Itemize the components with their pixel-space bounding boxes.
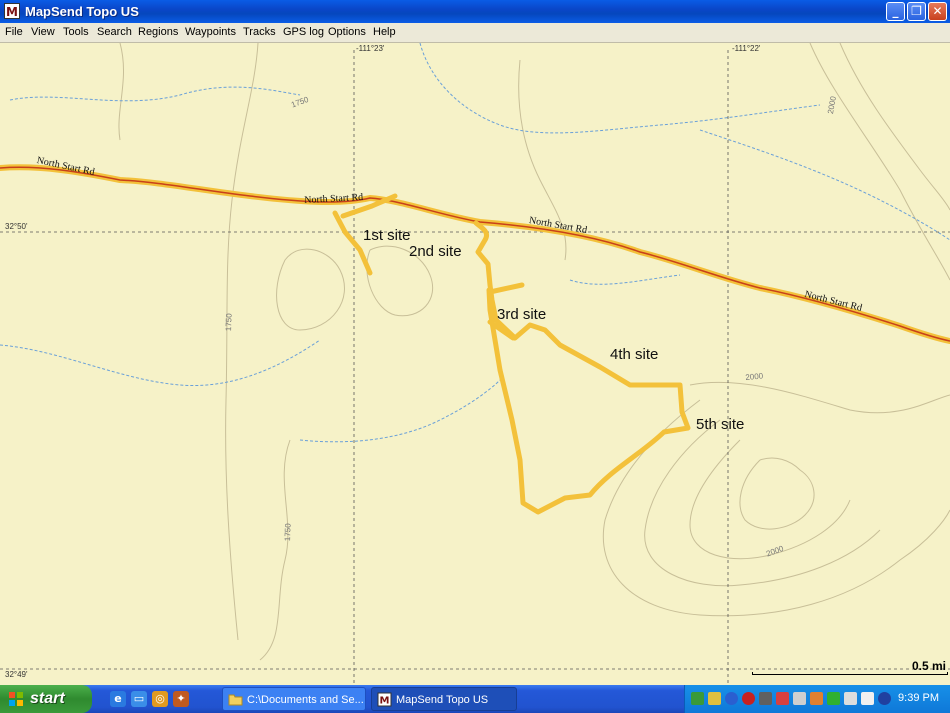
- tray-icon[interactable]: [742, 692, 755, 705]
- contour-line: [259, 439, 291, 661]
- menu-options[interactable]: Options: [328, 26, 366, 38]
- contour-label: 2000: [745, 371, 764, 382]
- map-drawing: [0, 43, 950, 685]
- site-label-1[interactable]: 1st site: [363, 227, 411, 244]
- contour-line: [225, 43, 259, 641]
- desktop-icon[interactable]: ▭: [131, 691, 147, 707]
- contour-line: [839, 43, 950, 211]
- stream-line: [299, 379, 501, 443]
- tray-icon[interactable]: [725, 692, 738, 705]
- stream-line: [0, 339, 321, 387]
- longitude-label: -111°22': [732, 44, 761, 53]
- minimize-button[interactable]: _: [886, 2, 905, 21]
- menu-tools[interactable]: Tools: [63, 26, 89, 38]
- contour-line: [644, 419, 881, 587]
- task-label: MapSend Topo US: [396, 694, 489, 706]
- window-title: MapSend Topo US: [25, 4, 139, 19]
- windows-flag-icon: [9, 692, 23, 706]
- road-north-start-rd: [0, 164, 950, 344]
- taskbar: start e ▭ ◎ ✦ C:\Documents and Se... M M…: [0, 685, 950, 713]
- scale-bar: [752, 672, 948, 675]
- latitude-label: 32°50': [5, 222, 28, 231]
- contour-line: [276, 248, 345, 331]
- tray-icon[interactable]: [878, 692, 891, 705]
- task-label: C:\Documents and Se...: [247, 694, 364, 706]
- tray-icon[interactable]: [793, 692, 806, 705]
- media-icon[interactable]: ◎: [152, 691, 168, 707]
- close-button[interactable]: ✕: [928, 2, 947, 21]
- app-icon[interactable]: M: [4, 3, 20, 19]
- contour-line: [809, 43, 950, 281]
- menu-view[interactable]: View: [31, 26, 55, 38]
- contour-line: [602, 399, 950, 617]
- contour-label: 1750: [283, 523, 293, 542]
- task-explorer[interactable]: C:\Documents and Se...: [222, 687, 366, 711]
- site-label-5[interactable]: 5th site: [696, 416, 744, 433]
- latitude-label: 32°49': [5, 670, 28, 679]
- start-button[interactable]: start: [0, 685, 92, 713]
- tray-icon[interactable]: [708, 692, 721, 705]
- svg-text:M: M: [380, 696, 390, 707]
- site-label-3[interactable]: 3rd site: [497, 306, 546, 323]
- tray-icon[interactable]: [861, 692, 874, 705]
- site-label-2[interactable]: 2nd site: [409, 243, 462, 260]
- title-bar[interactable]: M MapSend Topo US _ ❐ ✕: [0, 0, 950, 23]
- network-icon[interactable]: [827, 692, 840, 705]
- mapsend-icon: M: [377, 692, 392, 707]
- menu-gps-log[interactable]: GPS log: [283, 26, 324, 38]
- tray-icon[interactable]: [759, 692, 772, 705]
- menu-regions[interactable]: Regions: [138, 26, 178, 38]
- gps-track-main: [473, 220, 691, 515]
- start-label: start: [30, 690, 65, 707]
- task-mapsend[interactable]: M MapSend Topo US: [371, 687, 517, 711]
- app-icon-quicklaunch[interactable]: ✦: [173, 691, 189, 707]
- contour-line: [739, 457, 815, 530]
- tray-icon[interactable]: [776, 692, 789, 705]
- folder-icon: [228, 694, 243, 706]
- menu-search[interactable]: Search: [97, 26, 132, 38]
- menu-tracks[interactable]: Tracks: [243, 26, 276, 38]
- tray-icon[interactable]: [691, 692, 704, 705]
- system-tray: 9:39 PM: [684, 685, 950, 713]
- map-canvas[interactable]: -111°23' -111°22' 32°50' 32°49' North St…: [0, 43, 950, 685]
- contour-label: 1750: [224, 313, 234, 332]
- site-label-4[interactable]: 4th site: [610, 346, 658, 363]
- ie-icon[interactable]: e: [110, 691, 126, 707]
- contour-line: [118, 43, 125, 141]
- stream-line: [9, 86, 301, 102]
- tray-icon[interactable]: [810, 692, 823, 705]
- menu-waypoints[interactable]: Waypoints: [185, 26, 236, 38]
- longitude-label: -111°23': [356, 44, 385, 53]
- stream-line: [419, 43, 821, 134]
- contour-line: [689, 381, 950, 414]
- menu-file[interactable]: File: [5, 26, 23, 38]
- tray-icon[interactable]: [844, 692, 857, 705]
- stream-line: [569, 274, 681, 285]
- menu-help[interactable]: Help: [373, 26, 396, 38]
- menu-bar: File View Tools Search Regions Waypoints…: [0, 23, 950, 43]
- gps-track-spur: [487, 282, 525, 295]
- scale-label: 0.5 mi: [911, 659, 946, 673]
- stream-line: [699, 129, 950, 241]
- maximize-button[interactable]: ❐: [907, 2, 926, 21]
- clock[interactable]: 9:39 PM: [898, 692, 939, 704]
